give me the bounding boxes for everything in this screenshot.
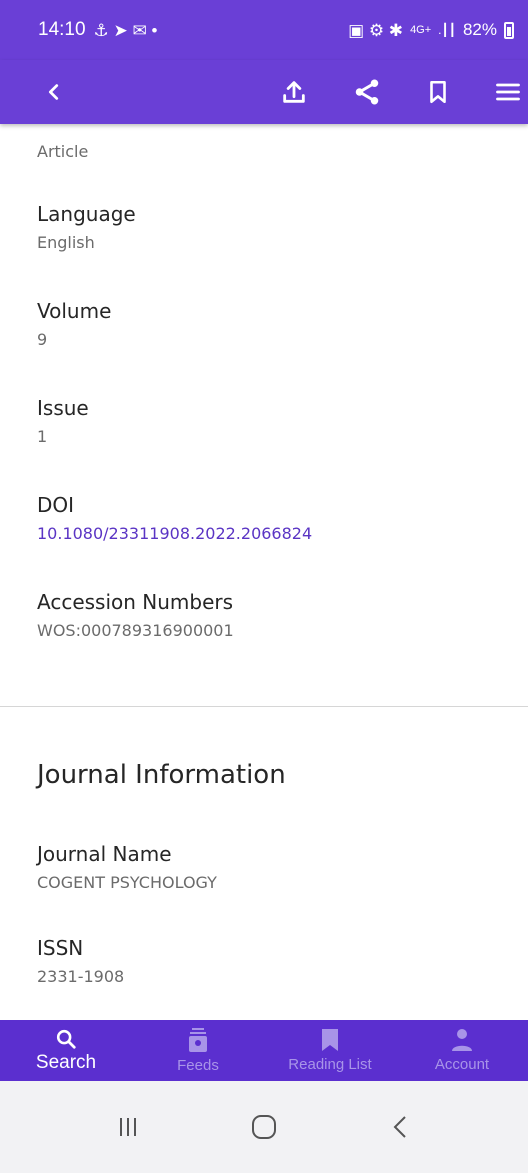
field-label: DOI: [37, 493, 75, 517]
nav-label: Reading List: [288, 1056, 372, 1073]
field-label: Issue: [37, 396, 89, 420]
field-value: COGENT PSYCHOLOGY: [37, 873, 217, 892]
network-type: 4G+: [410, 24, 432, 36]
share-button[interactable]: [343, 68, 391, 116]
field-label: Accession Numbers: [37, 590, 234, 614]
accession-numbers-field: Accession Numbers WOS:000789316900001: [37, 590, 234, 642]
document-type-value: Article: [37, 142, 89, 161]
upload-icon: [283, 81, 305, 103]
status-time: 14:10: [38, 19, 86, 40]
signal-icon: .┃┃: [438, 23, 456, 37]
record-details[interactable]: Article Language English Volume 9 Issue …: [0, 124, 528, 1020]
field-label: ISSN: [37, 936, 84, 960]
doi-field: DOI 10.1080/23311908.2022.2066824: [37, 493, 312, 545]
notification-icons: ⚓ ➤ ✉ •: [93, 20, 158, 40]
back-button[interactable]: [30, 68, 78, 116]
recent-apps-icon: [120, 1118, 136, 1136]
upload-button[interactable]: [270, 68, 318, 116]
nav-search[interactable]: Search: [0, 1020, 132, 1081]
home-button[interactable]: [234, 1107, 294, 1147]
nav-label: Search: [35, 1051, 97, 1073]
search-icon: [56, 1029, 76, 1049]
battery-level: 82%: [462, 20, 497, 39]
document-type-field: Article: [37, 141, 88, 163]
field-value: 1: [37, 427, 48, 446]
home-icon: [252, 1115, 276, 1139]
field-label: Language: [37, 202, 136, 226]
journal-information-heading: Journal Information: [37, 760, 286, 790]
person-icon: [452, 1029, 472, 1051]
bookmark-outline-icon: [430, 80, 446, 104]
field-value: WOS:000789316900001: [37, 621, 234, 640]
recent-apps-button[interactable]: [98, 1107, 158, 1147]
field-label: Volume: [37, 299, 112, 323]
bottom-navigation: Search Feeds Reading List Account: [0, 1020, 528, 1081]
issn-field: ISSN 2331-1908: [37, 936, 124, 988]
menu-button[interactable]: [484, 68, 528, 116]
app-bar: [0, 60, 528, 124]
issue-field: Issue 1: [37, 396, 89, 448]
language-field: Language English: [37, 202, 136, 254]
feeds-icon: [189, 1028, 207, 1052]
bookmark-button[interactable]: [414, 68, 462, 116]
share-icon: [355, 79, 379, 105]
system-navigation-bar: [0, 1081, 528, 1173]
field-value: English: [37, 233, 95, 252]
nav-reading-list[interactable]: Reading List: [264, 1020, 396, 1081]
nav-label: Feeds: [177, 1057, 219, 1074]
field-label: Journal Name: [37, 842, 172, 866]
system-status-icons: ▣ ⚙ ✱: [348, 20, 404, 40]
back-arrow-icon: [393, 1116, 406, 1138]
volume-field: Volume 9: [37, 299, 111, 351]
system-back-button[interactable]: [370, 1107, 430, 1147]
bookmark-icon: [322, 1029, 338, 1051]
field-value: 9: [37, 330, 48, 349]
nav-label: Account: [434, 1056, 490, 1073]
battery-icon: [504, 21, 514, 39]
doi-link[interactable]: 10.1080/23311908.2022.2066824: [37, 523, 312, 545]
section-divider: [0, 706, 528, 707]
field-value: 2331-1908: [37, 967, 125, 986]
nav-feeds[interactable]: Feeds: [132, 1020, 264, 1081]
status-bar: 14:10 ⚓ ➤ ✉ • ▣ ⚙ ✱ 4G+ .┃┃ 82%: [0, 0, 528, 60]
nav-account[interactable]: Account: [396, 1020, 528, 1081]
hamburger-menu-icon: [496, 83, 520, 101]
chevron-left-icon: [48, 84, 59, 100]
journal-name-field: Journal Name COGENT PSYCHOLOGY: [37, 842, 217, 894]
